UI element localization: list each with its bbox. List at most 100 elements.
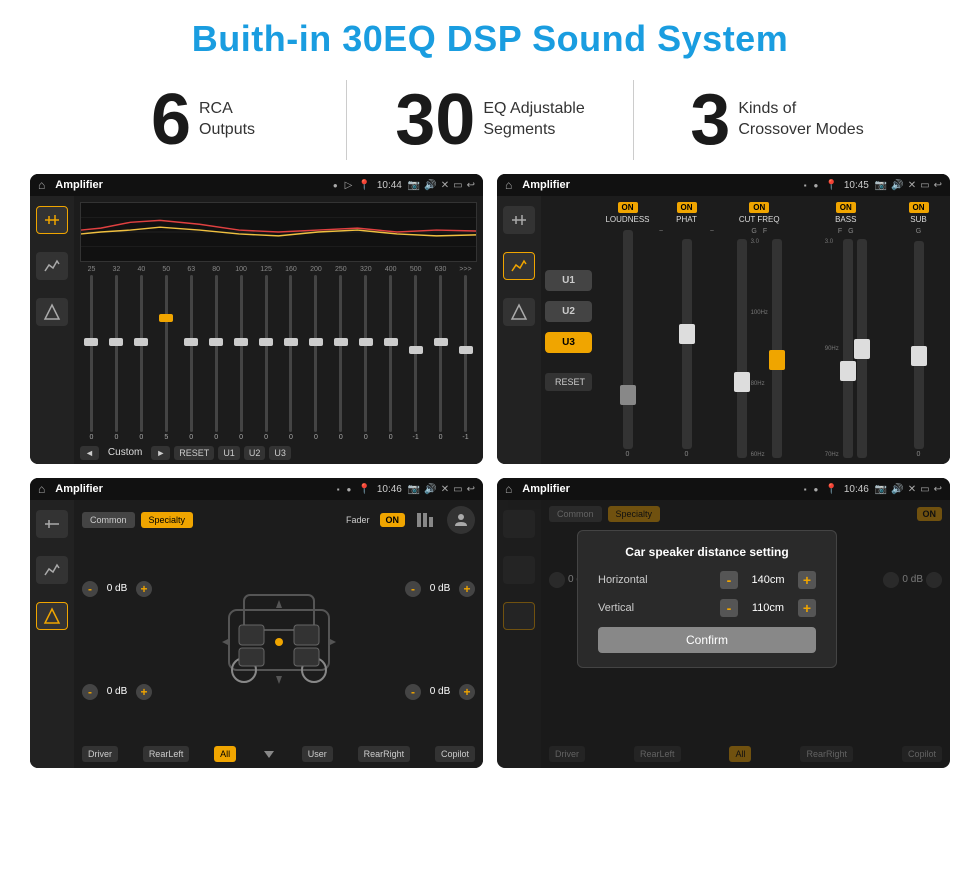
dialog-horizontal-minus[interactable]: - [720,571,738,589]
eq-u2-btn[interactable]: U2 [244,446,266,460]
cutfreq-sliders: 3.0100Hz80Hz60Hz [737,239,782,458]
loudness-slider[interactable] [623,230,633,449]
eq-side-btn-3[interactable] [36,298,68,326]
crossover-pin-icon: 📍 [825,180,837,191]
eq-u1-btn[interactable]: U1 [218,446,240,460]
dialog-vertical-control: - 110cm + [720,599,816,617]
bass-on-badge[interactable]: ON [836,202,856,213]
dialog-dot-icon: ● [814,485,820,494]
fader-plus-bottomright[interactable]: + [459,684,475,700]
eq-prev-btn[interactable]: ◄ [80,446,99,460]
crossover-side-btn-1[interactable] [503,206,535,234]
eq-pin-icon: 📍 [358,180,370,191]
fader-minus-bottomright[interactable]: - [405,684,421,700]
channel-phat: ON PHAT ~~ 0 [659,202,714,458]
fader-on-pill[interactable]: ON [380,513,406,527]
fader-main: Common Specialty Fader ON [74,500,483,768]
fader-plus-topright[interactable]: + [459,581,475,597]
crossover-reset-btn[interactable]: RESET [545,373,592,391]
fader-val-topleft: 0 dB [101,583,133,594]
crossover-rect-icon: ▪ [804,181,808,190]
crossover-side-btn-3[interactable] [503,298,535,326]
channel-sub: ON SUB G 0 [891,202,946,458]
fader-side-btn-2[interactable] [36,556,68,584]
fader-db-bottomright: - 0 dB + [405,643,475,740]
speaker-distance-dialog: Car speaker distance setting Horizontal … [577,530,837,668]
dialog-horizontal-label: Horizontal [598,574,668,586]
fader-user-btn[interactable]: User [302,746,333,762]
fader-minus-topleft[interactable]: - [82,581,98,597]
fader-val-bottomleft: 0 dB [101,686,133,697]
eq-reset-btn[interactable]: RESET [174,446,214,460]
eq-side-btn-1[interactable] [36,206,68,234]
fader-side-btn-3[interactable] [36,602,68,630]
fader-rearright-btn[interactable]: RearRight [358,746,411,762]
sub-slider[interactable] [914,241,924,449]
fader-all-btn[interactable]: All [214,746,236,762]
dialog-horizontal-plus[interactable]: + [798,571,816,589]
crossover-content: U1 U2 U3 RESET ON LOUDNESS [497,196,950,464]
crossover-u3-btn[interactable]: U3 [545,332,592,353]
eq-next-btn[interactable]: ► [151,446,170,460]
crossover-rect2-icon: ▭ [920,180,929,191]
loudness-label: LOUDNESS [605,215,649,224]
fader-common-tab[interactable]: Common [82,512,135,528]
fader-side-btn-1[interactable] [36,510,68,538]
crossover-u2-btn[interactable]: U2 [545,301,592,322]
crossover-side-panel [497,196,541,464]
fader-back-icon: ↩ [467,484,475,495]
bass-label: BASS [835,215,856,224]
dialog-vertical-minus[interactable]: - [720,599,738,617]
cutfreq-on-badge[interactable]: ON [749,202,769,213]
fader-specialty-tab[interactable]: Specialty [141,512,194,528]
fader-copilot-btn[interactable]: Copilot [435,746,475,762]
crossover-x-icon: ✕ [908,180,916,191]
channel-bass: ON BASS FG 3.090Hz70Hz [805,202,888,458]
screen-eq: ⌂ Amplifier ● ▷ 📍 10:44 📷 🔊 ✕ ▭ ↩ [30,174,483,464]
fader-pin-icon: 📍 [358,484,370,495]
stat-crossover: 3 Kinds ofCrossover Modes [634,84,920,156]
crossover-vol-icon: 🔊 [891,180,903,191]
dialog-overlay: Car speaker distance setting Horizontal … [497,500,950,768]
crossover-cam-icon: 📷 [875,180,887,191]
crossover-status-bar: ⌂ Amplifier ▪ ● 📍 10:45 📷 🔊 ✕ ▭ ↩ [497,174,950,196]
fader-driver-btn[interactable]: Driver [82,746,118,762]
crossover-side-btn-2[interactable] [503,252,535,280]
fader-profile-icon[interactable] [447,506,475,534]
eq-status-bar: ⌂ Amplifier ● ▷ 📍 10:44 📷 🔊 ✕ ▭ ↩ [30,174,483,196]
crossover-app-name: Amplifier [522,179,797,191]
fader-content: Common Specialty Fader ON [30,500,483,768]
dialog-vertical-value: 110cm [744,602,792,614]
freq-200: 200 [304,266,327,273]
dialog-vertical-plus[interactable]: + [798,599,816,617]
fader-time: 10:46 [377,484,402,495]
eq-u3-btn[interactable]: U3 [269,446,291,460]
freq-630: 630 [429,266,452,273]
fader-rearleft-btn[interactable]: RearLeft [143,746,190,762]
freq-160: 160 [280,266,303,273]
dialog-horizontal-value: 140cm [744,574,792,586]
fader-minus-bottomleft[interactable]: - [82,684,98,700]
dialog-pin-icon: 📍 [825,484,837,495]
phat-on-badge[interactable]: ON [677,202,697,213]
fader-plus-bottomleft[interactable]: + [136,684,152,700]
eq-freq-labels: 25 32 40 50 63 80 100 125 160 200 250 32… [80,266,477,273]
eq-main: 25 32 40 50 63 80 100 125 160 200 250 32… [74,196,483,464]
stat-number-crossover: 3 [690,84,730,156]
fader-plus-topleft[interactable]: + [136,581,152,597]
phat-slider[interactable] [682,239,692,449]
dialog-confirm-button[interactable]: Confirm [598,627,816,653]
dialog-back-icon: ↩ [934,484,942,495]
eq-side-panel [30,196,74,464]
eq-preset-label: Custom [103,445,147,460]
sub-on-badge[interactable]: ON [909,202,929,213]
crossover-u1-btn[interactable]: U1 [545,270,592,291]
eq-home-icon: ⌂ [38,178,45,192]
dialog-vertical-row: Vertical - 110cm + [598,599,816,617]
channels-row: ON LOUDNESS 0 ON PHAT ~~ [600,202,946,458]
eq-side-btn-2[interactable] [36,252,68,280]
loudness-on-badge[interactable]: ON [618,202,638,213]
dialog-status-bar: ⌂ Amplifier ▪ ● 📍 10:46 📷 🔊 ✕ ▭ ↩ [497,478,950,500]
fader-down-arrow [261,746,277,762]
fader-minus-topright[interactable]: - [405,581,421,597]
